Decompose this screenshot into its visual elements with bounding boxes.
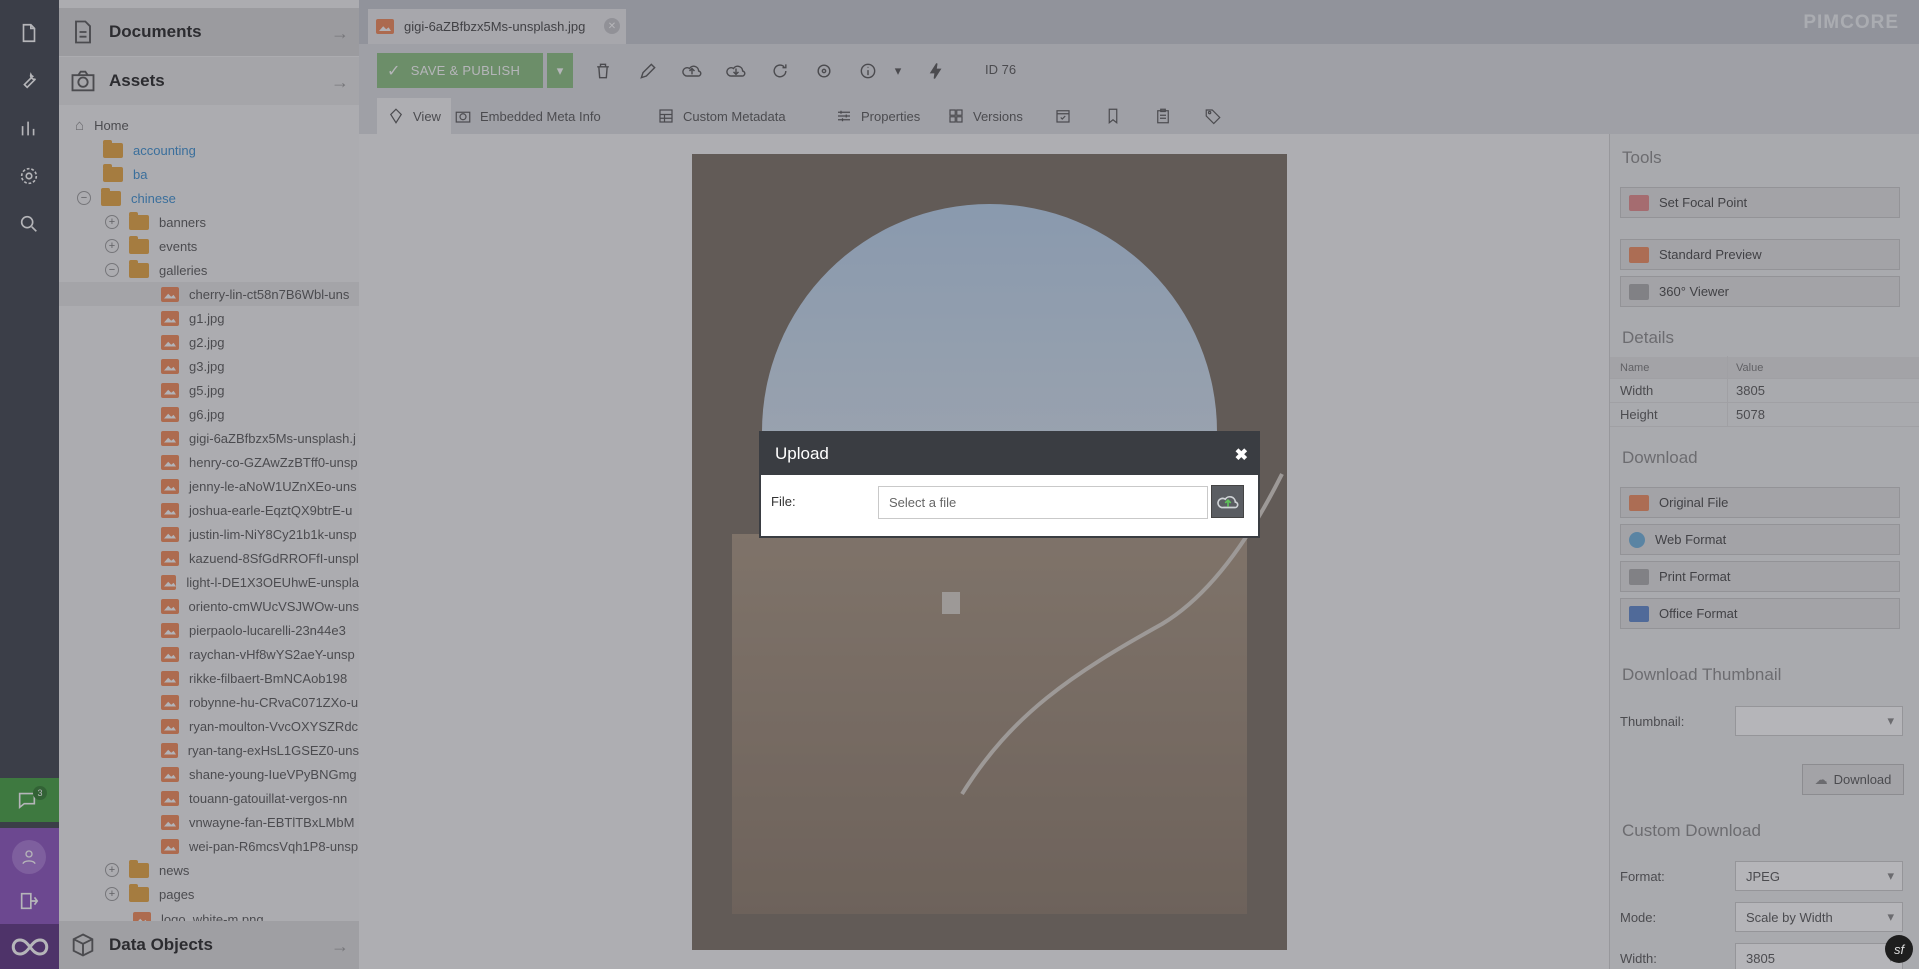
file-label: File: bbox=[771, 494, 796, 509]
symfony-toolbar-icon[interactable]: sf bbox=[1885, 935, 1913, 963]
upload-dialog-title: Upload bbox=[775, 444, 829, 463]
cloud-upload-icon bbox=[1216, 495, 1238, 508]
upload-dialog-header: Upload ✖ bbox=[761, 433, 1258, 475]
close-icon[interactable]: ✖ bbox=[1235, 445, 1248, 465]
upload-dialog: Upload ✖ File: bbox=[759, 431, 1260, 538]
upload-dialog-body: File: bbox=[761, 475, 1258, 536]
file-input[interactable] bbox=[878, 486, 1208, 519]
app-root: 3 Documents → Assets → ⌂ Home accounting… bbox=[0, 0, 1919, 969]
browse-upload-button[interactable] bbox=[1211, 485, 1244, 518]
